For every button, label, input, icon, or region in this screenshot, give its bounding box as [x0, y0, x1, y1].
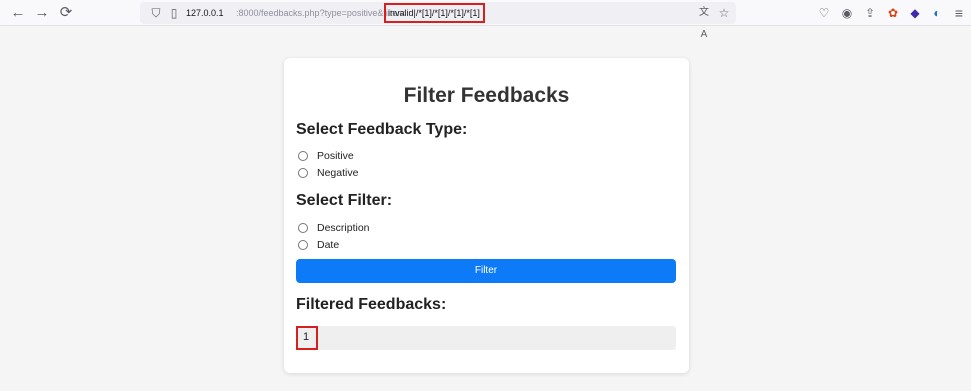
forward-icon[interactable]: →: [32, 3, 52, 23]
radio-circle[interactable]: [298, 240, 308, 250]
page-icon[interactable]: ▯: [166, 2, 182, 24]
page-title: Filter Feedbacks: [403, 84, 570, 107]
url-bar[interactable]: ⛉ ▯ 127.0.0.1 :8000/feedbacks.php?type=p…: [140, 2, 736, 40]
reload-icon[interactable]: ⟳: [56, 3, 76, 23]
radio-label: Positive: [317, 150, 354, 162]
shield-icon[interactable]: ⛉: [148, 2, 164, 24]
account-icon[interactable]: ◉: [838, 4, 856, 22]
browser-toolbar: ← → ⟳ ⛉ ▯ 127.0.0.1 :8000/feedbacks.php?…: [0, 0, 971, 40]
radio-circle[interactable]: [298, 151, 308, 161]
url-injection-text: invalid|/*[1]/*[1]/*[1]/*[1]: [388, 8, 480, 18]
radio-label: Date: [317, 239, 340, 251]
filter-button[interactable]: Filter: [296, 259, 676, 283]
url-path: :8000/feedbacks.php?type=positive&filter…: [236, 8, 406, 18]
results-heading: Filtered Feedbacks:: [296, 296, 447, 313]
radio-negative[interactable]: Negative: [298, 165, 358, 181]
radio-date[interactable]: Date: [298, 237, 339, 253]
extension-icon[interactable]: ◆: [906, 4, 924, 22]
translate-icon[interactable]: 文A: [696, 2, 712, 40]
result-item: 1: [296, 326, 676, 350]
extension-icon[interactable]: ✿: [884, 4, 902, 22]
menu-icon[interactable]: ≡: [950, 4, 968, 22]
extension-icon[interactable]: ◐: [928, 4, 946, 22]
radio-description[interactable]: Description: [298, 220, 370, 236]
bookmark-icon[interactable]: ☆: [716, 2, 732, 24]
filter-heading: Select Filter:: [296, 192, 393, 209]
back-icon[interactable]: ←: [8, 3, 28, 23]
share-icon[interactable]: ⇪: [861, 4, 879, 22]
radio-circle[interactable]: [298, 223, 308, 233]
url-host: 127.0.0.1: [186, 8, 224, 18]
radio-circle[interactable]: [298, 168, 308, 178]
feedback-type-heading: Select Feedback Type:: [296, 121, 468, 138]
radio-label: Description: [317, 222, 370, 234]
filter-card: Filter Feedbacks Select Feedback Type: P…: [284, 58, 689, 373]
radio-label: Negative: [317, 167, 359, 179]
result-value: 1: [303, 331, 310, 343]
pocket-icon[interactable]: ♡: [815, 4, 833, 22]
radio-positive[interactable]: Positive: [298, 148, 354, 164]
